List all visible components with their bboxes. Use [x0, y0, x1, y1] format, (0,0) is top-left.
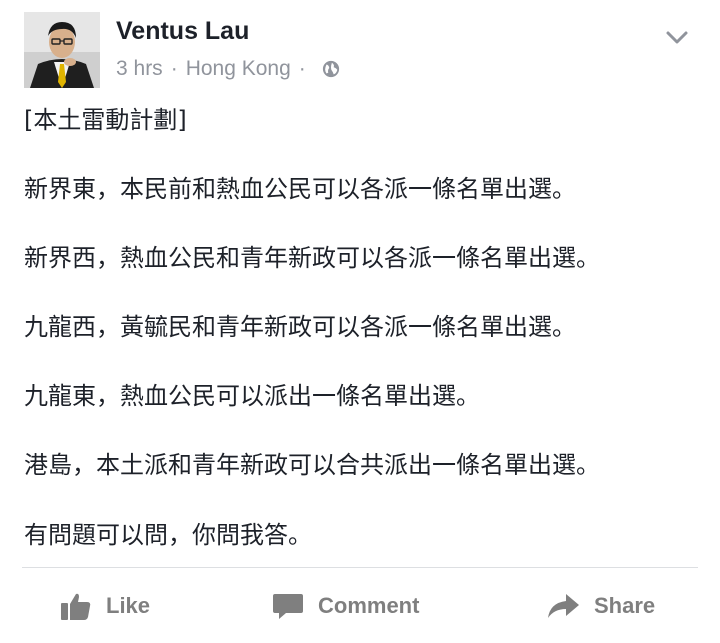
post-meta: 3 hrs · Hong Kong · [116, 57, 340, 81]
post-actions: Like Comment Share [0, 580, 720, 634]
share-label: Share [594, 593, 656, 618]
post-location[interactable]: Hong Kong [186, 57, 291, 81]
share-icon [548, 594, 579, 618]
profile-photo [24, 12, 100, 88]
globe-icon[interactable] [322, 60, 340, 78]
meta-separator: · [298, 57, 306, 80]
meta-separator: · [170, 57, 178, 80]
comment-button[interactable]: Comment [272, 588, 419, 624]
post-line: 港島，本土派和青年新政可以合共派出一條名單出選。 [24, 451, 600, 479]
avatar[interactable] [24, 12, 100, 88]
post-time[interactable]: 3 hrs [116, 57, 163, 81]
facebook-post: Ventus Lau 3 hrs · Hong Kong · [本土雷動計劃] … [0, 0, 720, 643]
thumbs-up-icon [61, 593, 91, 620]
post-line: 九龍東，熱血公民可以派出一條名單出選。 [24, 382, 480, 410]
post-line: 有問題可以問，你問我答。 [24, 521, 312, 549]
chevron-down-icon[interactable] [662, 22, 692, 52]
post-line: 新界東，本民前和熱血公民可以各派一條名單出選。 [24, 175, 576, 203]
comment-icon [273, 594, 303, 619]
post-line: 新界西，熱血公民和青年新政可以各派一條名單出選。 [24, 244, 600, 272]
like-button[interactable]: Like [60, 588, 150, 624]
post-header: Ventus Lau 3 hrs · Hong Kong · [24, 12, 704, 88]
divider [22, 567, 698, 568]
share-button[interactable]: Share [546, 588, 655, 624]
author-name[interactable]: Ventus Lau [116, 17, 249, 46]
post-tag: [本土雷動計劃] [24, 106, 187, 134]
comment-label: Comment [318, 593, 420, 618]
post-line: 九龍西，黃毓民和青年新政可以各派一條名單出選。 [24, 313, 576, 341]
like-label: Like [106, 593, 151, 618]
